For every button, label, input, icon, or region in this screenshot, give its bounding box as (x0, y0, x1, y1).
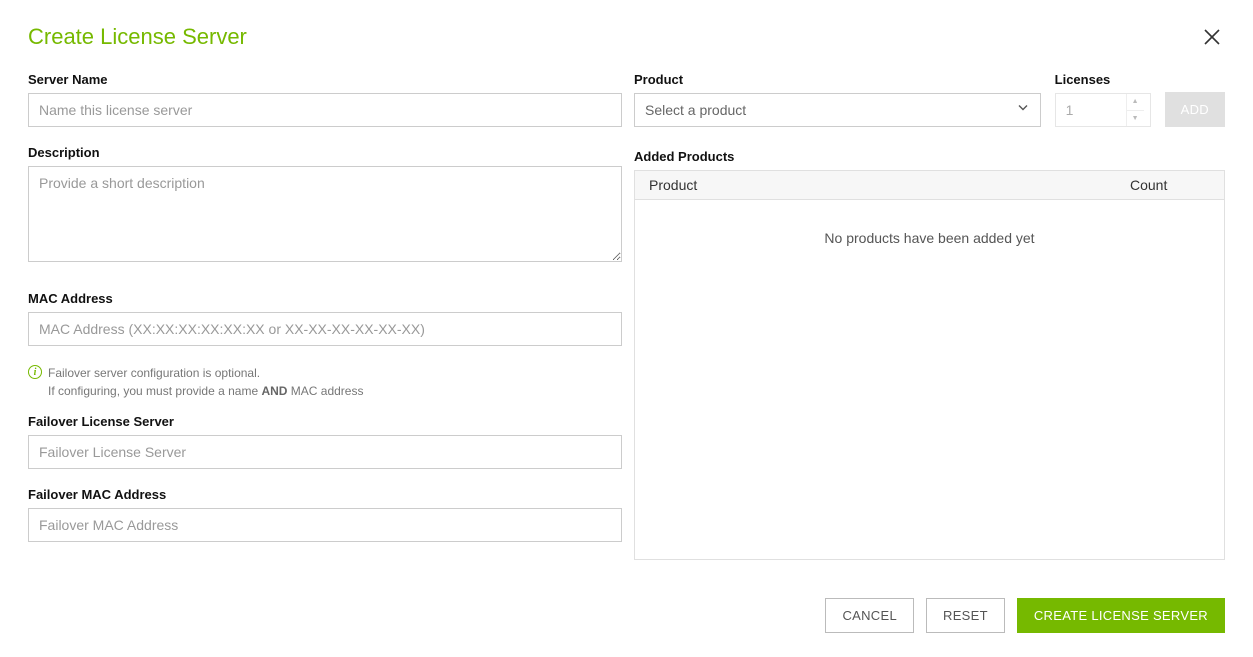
close-button[interactable] (1199, 24, 1225, 50)
licenses-stepper[interactable]: ▲ ▼ (1055, 93, 1151, 127)
failover-mac-label: Failover MAC Address (28, 487, 622, 502)
stepper-down-icon[interactable]: ▼ (1127, 111, 1144, 127)
mac-address-input[interactable] (28, 312, 622, 346)
add-button[interactable]: ADD (1165, 92, 1225, 127)
licenses-label: Licenses (1055, 72, 1151, 87)
create-license-server-button[interactable]: CREATE LICENSE SERVER (1017, 598, 1225, 633)
server-name-label: Server Name (28, 72, 622, 87)
server-name-input[interactable] (28, 93, 622, 127)
info-icon: i (28, 365, 42, 379)
page-title: Create License Server (28, 24, 247, 50)
licenses-input[interactable] (1056, 94, 1126, 126)
table-header-count: Count (1130, 177, 1210, 193)
failover-mac-input[interactable] (28, 508, 622, 542)
description-input[interactable] (28, 166, 622, 262)
mac-address-label: MAC Address (28, 291, 622, 306)
info-line-1: Failover server configuration is optiona… (48, 364, 363, 382)
added-products-label: Added Products (634, 149, 1225, 164)
cancel-button[interactable]: CANCEL (825, 598, 914, 633)
description-label: Description (28, 145, 622, 160)
product-select-value: Select a product (635, 94, 1040, 126)
added-products-table: Product Count No products have been adde… (634, 170, 1225, 560)
reset-button[interactable]: RESET (926, 598, 1005, 633)
close-icon (1203, 28, 1221, 46)
empty-products-message: No products have been added yet (635, 200, 1224, 246)
failover-server-label: Failover License Server (28, 414, 622, 429)
info-line-2: If configuring, you must provide a name … (48, 382, 363, 400)
stepper-up-icon[interactable]: ▲ (1127, 94, 1144, 111)
product-select[interactable]: Select a product (634, 93, 1041, 127)
table-header-product: Product (649, 177, 1130, 193)
failover-info-note: i Failover server configuration is optio… (28, 364, 622, 400)
failover-server-input[interactable] (28, 435, 622, 469)
product-label: Product (634, 72, 1041, 87)
